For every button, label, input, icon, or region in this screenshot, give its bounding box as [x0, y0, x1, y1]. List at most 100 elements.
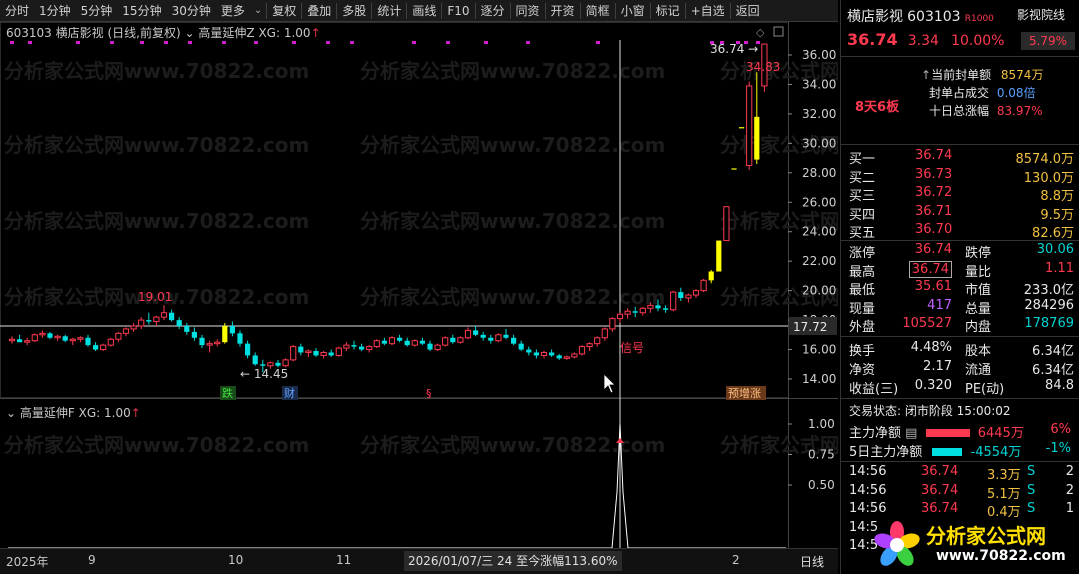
lianban-label: 8天6板 [855, 100, 900, 115]
candle-body [229, 325, 235, 334]
toolbar-item[interactable]: 返回 [731, 0, 765, 22]
stat-label: 涨停 [849, 246, 876, 261]
signal-marker [28, 41, 32, 44]
price-axis-label: 22.00 [802, 254, 836, 268]
event-tag: 财 [284, 386, 295, 400]
stat-value: 36.74 [914, 242, 952, 257]
candle-body [518, 343, 524, 350]
bid-row[interactable]: 买五 36.70 82.6万 [841, 222, 1079, 242]
sub-axis-label: 0.75 [808, 448, 835, 462]
stat-row: 涨停 36.74 跌停 30.06 [841, 242, 1079, 262]
candle-body [464, 329, 472, 339]
toolbar-item[interactable]: 开资 [546, 0, 580, 22]
stat-value: 35.61 [914, 279, 952, 294]
sub-indicator-name[interactable]: 高量延伸F [20, 406, 75, 420]
candle-body [298, 346, 304, 353]
toolbar-item[interactable]: 小窗 [616, 0, 650, 22]
candle-body [739, 127, 745, 129]
candle-body [39, 332, 46, 336]
candle-body [647, 304, 654, 309]
watermark-text: 分析家公式网www.70822.com [4, 433, 309, 457]
bid-row[interactable]: 买二 36.73 130.0万 [841, 167, 1079, 187]
stat-value: 6.34亿 [1032, 344, 1074, 359]
signal-marker [254, 41, 258, 44]
toolbar-item[interactable]: 统计 [372, 0, 406, 22]
candle-body [540, 351, 548, 356]
signal-marker [526, 41, 530, 44]
pin-icon: ↑ [921, 68, 932, 82]
sector-tag[interactable]: 影视院线 [1017, 6, 1065, 23]
toolbar-item[interactable]: 分时 [0, 0, 34, 22]
toolbar-item[interactable]: 5分钟 [76, 0, 118, 22]
toolbar-item[interactable]: 叠加 [302, 0, 336, 22]
candle-body [160, 312, 168, 318]
signal-marker [140, 41, 144, 44]
candle-body [153, 316, 160, 323]
kline-chart[interactable]: 分析家公式网www.70822.com 分析家公式网www.70822.com 分析… [0, 22, 1025, 574]
price-axis-label: 28.00 [802, 166, 836, 180]
tick-count: 2 [1065, 464, 1074, 479]
bid-row[interactable]: 买四 36.71 9.5万 [841, 204, 1079, 224]
candle-body [746, 85, 753, 166]
stat-row: 净资 2.17 流通 6.34亿 [841, 359, 1079, 379]
toolbar-item[interactable]: 简框 [581, 0, 615, 22]
toolbar-item[interactable]: 30分钟 [167, 0, 216, 22]
last-price: 36.74 [847, 30, 898, 49]
candle-body [624, 310, 631, 315]
price-pct: 10.00% [951, 33, 1005, 49]
toolbar-item[interactable]: 复权 [267, 0, 301, 22]
flower-logo-icon [874, 521, 920, 566]
dropdown-icon[interactable]: ⌄ [185, 26, 195, 40]
candle-body [130, 325, 137, 330]
candle-body [549, 352, 555, 356]
dropdown-icon[interactable]: ⌄ [6, 406, 16, 420]
bid-price: 36.74 [915, 148, 953, 163]
toolbar-item[interactable]: F10 [442, 0, 474, 22]
candle-body [351, 345, 357, 347]
candle-body [77, 337, 84, 340]
candle-body [716, 240, 722, 272]
price-change: 3.34 [907, 33, 939, 49]
stat-value: 36.74 [908, 260, 952, 278]
candle-body [24, 340, 31, 343]
price-axis-label: 34.00 [802, 77, 836, 91]
toolbar-item[interactable]: 1分钟 [34, 0, 76, 22]
list-icon[interactable]: ▤ [905, 426, 917, 441]
candle-body [678, 292, 684, 298]
signal-marker [326, 41, 330, 44]
toolbar-item[interactable]: +自选 [686, 0, 730, 22]
bid-price: 36.71 [915, 203, 953, 219]
dropdown-icon[interactable]: ⌄ [250, 5, 266, 16]
candle-body [495, 334, 502, 342]
tick-volume: 3.3万 [987, 468, 1021, 483]
toolbar-item[interactable]: 更多 [216, 0, 250, 22]
bid-label: 买一 [849, 152, 876, 167]
period-switch[interactable]: 日线 [800, 553, 824, 570]
toolbar-item[interactable]: 逐分 [476, 0, 510, 22]
low-price-label: ← 14.45 [240, 367, 288, 381]
toolbar-item[interactable]: 画线 [407, 0, 441, 22]
bid-row[interactable]: 买三 36.72 8.8万 [841, 185, 1079, 205]
bid-row[interactable]: 买一 36.74 8574.0万 [841, 148, 1079, 168]
stat-label: 量比 [965, 264, 992, 280]
five-flow-row: 5日主力净额 -4554万 -1% [849, 441, 1071, 460]
signal-marker [76, 41, 80, 44]
indicator-name[interactable]: 高量延伸Z [198, 26, 254, 40]
stat-label: 流通 [965, 363, 992, 378]
candle-body [93, 345, 99, 350]
toolbar-item[interactable]: 标记 [651, 0, 685, 22]
stat-row: 最高 36.74 量比 1.11 [841, 260, 1079, 281]
toolbar-item[interactable]: 多股 [337, 0, 371, 22]
bid-volume: 82.6万 [1032, 226, 1074, 241]
toolbar-item[interactable]: 15分钟 [117, 0, 166, 22]
kline-chart-area[interactable]: 分析家公式网www.70822.com 分析家公式网www.70822.com 分析… [0, 22, 1025, 574]
logo-url: www.70822.com [936, 548, 1066, 564]
toolbar-item[interactable]: 同资 [511, 0, 545, 22]
event-tag: § [426, 387, 432, 400]
candle-body [723, 206, 730, 242]
period-label: (日线,前复权) [107, 26, 181, 40]
candle-body [69, 338, 76, 342]
candle-body [359, 346, 365, 350]
divider [841, 461, 1079, 462]
divider [841, 398, 1079, 399]
